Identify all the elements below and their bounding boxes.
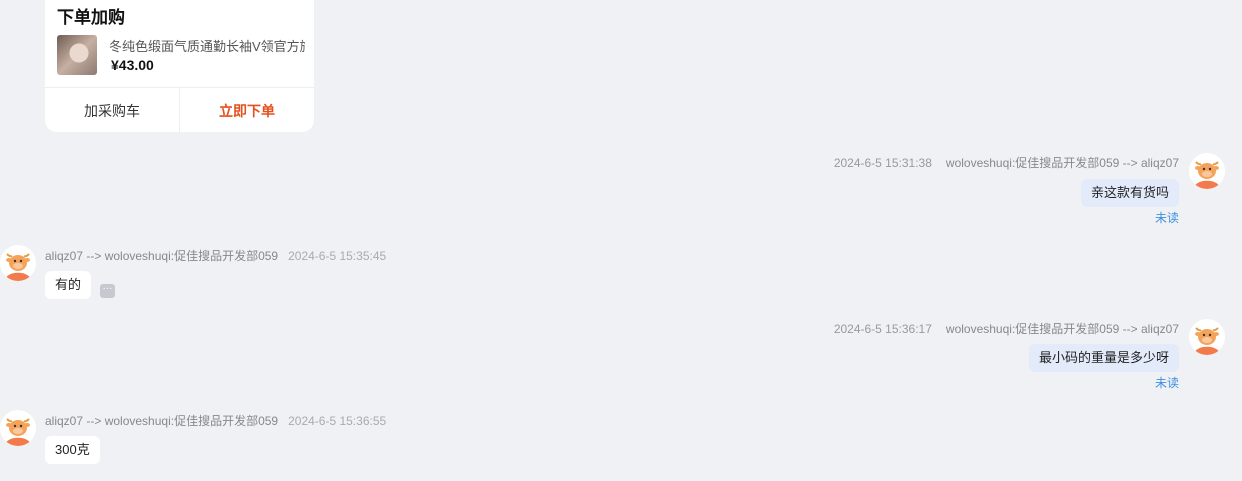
message-meta: aliqz07 --> woloveshuqi:促佳搜品开发部059 2024-6… xyxy=(45,412,386,429)
order-card-title: 下单加购 xyxy=(57,8,125,27)
message-time: 2024-6-5 15:36:55 xyxy=(288,414,387,428)
order-card: 下单加购 冬纯色缎面气质通勤长袖V领官方旗舰店 ¥43.00 加采购车 立即下单 xyxy=(45,0,314,132)
message-sender: woloveshuqi:促佳搜品开发部059 --> aliqz07 xyxy=(945,322,1179,336)
cow-avatar-icon[interactable] xyxy=(0,410,36,446)
cow-avatar-icon[interactable] xyxy=(1189,153,1225,189)
cow-avatar-icon[interactable] xyxy=(0,245,36,281)
buy-now-button[interactable]: 立即下单 xyxy=(180,88,314,132)
message-sender: aliqz07 --> woloveshuqi:促佳搜品开发部059 xyxy=(45,414,279,428)
message-bubble[interactable]: 有的 xyxy=(45,271,92,299)
message-sender: aliqz07 --> woloveshuqi:促佳搜品开发部059 xyxy=(45,249,279,263)
message-time: 2024-6-5 15:36:17 xyxy=(833,322,932,336)
message-bubble[interactable]: 亲这款有货吗 xyxy=(1080,179,1179,207)
unread-status: 未读 xyxy=(1154,376,1179,390)
add-to-cart-button[interactable]: 加采购车 xyxy=(45,88,180,132)
product-price: ¥43.00 xyxy=(111,57,154,73)
message-meta: 2024-6-5 15:31:38 woloveshuqi:促佳搜品开发部059 … xyxy=(834,154,1179,171)
product-name[interactable]: 冬纯色缎面气质通勤长袖V领官方旗舰店 xyxy=(109,36,305,55)
message-meta: aliqz07 --> woloveshuqi:促佳搜品开发部059 2024-6… xyxy=(45,247,386,264)
message-meta: 2024-6-5 15:36:17 woloveshuqi:促佳搜品开发部059 … xyxy=(834,320,1179,337)
message-time: 2024-6-5 15:35:45 xyxy=(288,249,387,263)
order-card-actions: 加采购车 立即下单 xyxy=(45,87,314,132)
product-thumbnail[interactable] xyxy=(57,35,97,75)
unread-status: 未读 xyxy=(1154,211,1179,225)
message-bubble[interactable]: 300克 xyxy=(45,436,100,464)
message-bubble[interactable]: 最小码的重量是多少呀 xyxy=(1028,344,1179,372)
ellipsis-icon[interactable]: ··· xyxy=(100,284,115,298)
message-sender: woloveshuqi:促佳搜品开发部059 --> aliqz07 xyxy=(945,156,1179,170)
message-time: 2024-6-5 15:31:38 xyxy=(833,156,932,170)
cow-avatar-icon[interactable] xyxy=(1189,319,1225,355)
